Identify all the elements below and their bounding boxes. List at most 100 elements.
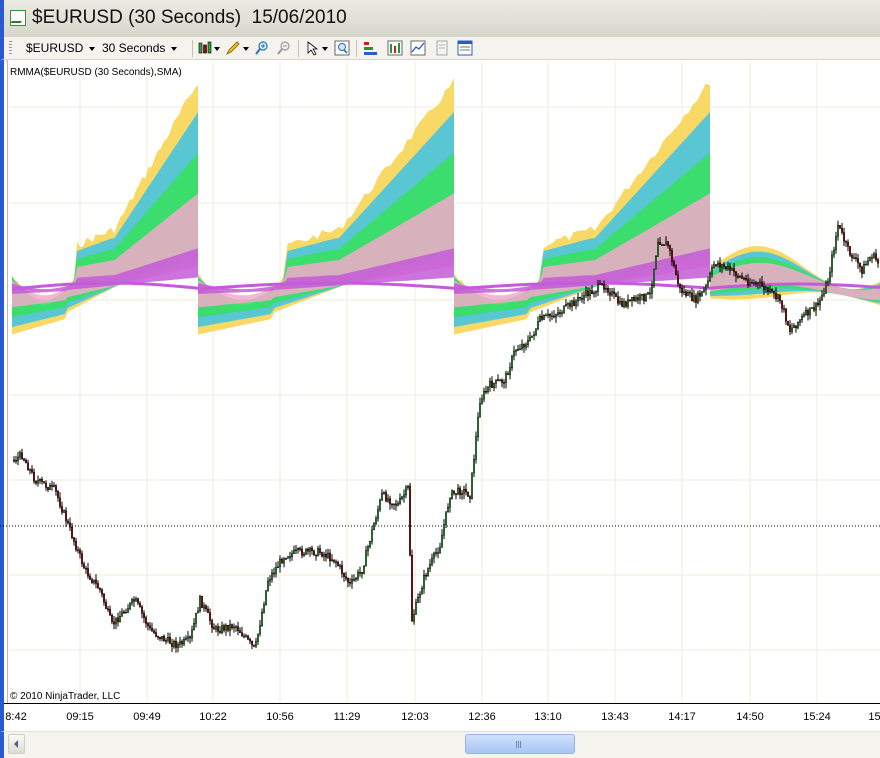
time-tick-label: 12:36 bbox=[468, 711, 496, 723]
price-candle bbox=[248, 639, 251, 642]
price-candle bbox=[541, 316, 544, 320]
price-candle bbox=[453, 490, 456, 494]
price-candle bbox=[315, 554, 318, 557]
price-candle bbox=[423, 575, 426, 589]
price-candle bbox=[491, 380, 494, 388]
price-candle bbox=[671, 250, 674, 262]
price-candle bbox=[809, 307, 812, 316]
time-tick-label: 14:50 bbox=[736, 711, 764, 723]
price-candle bbox=[709, 273, 712, 282]
price-candle bbox=[623, 301, 626, 307]
price-candle bbox=[216, 626, 219, 632]
price-candle bbox=[719, 262, 722, 268]
price-candle bbox=[61, 506, 64, 513]
price-candle bbox=[389, 498, 392, 505]
price-candle bbox=[703, 289, 706, 292]
price-candle bbox=[463, 489, 466, 494]
price-candle bbox=[37, 480, 40, 484]
price-candle bbox=[267, 580, 270, 591]
price-candle bbox=[661, 244, 664, 246]
price-candle bbox=[261, 612, 264, 626]
price-chart-canvas[interactable] bbox=[0, 0, 880, 758]
scroll-left-button[interactable] bbox=[8, 734, 25, 754]
price-candle bbox=[803, 314, 806, 317]
price-candle bbox=[485, 391, 488, 393]
price-candle bbox=[613, 291, 616, 294]
price-candle bbox=[172, 641, 175, 647]
price-candle bbox=[43, 481, 46, 484]
price-candle bbox=[317, 548, 320, 556]
price-candle bbox=[112, 621, 115, 625]
price-candle bbox=[731, 268, 734, 271]
price-candle bbox=[236, 626, 239, 631]
price-candle bbox=[753, 282, 756, 284]
price-candle bbox=[154, 632, 157, 637]
price-candle bbox=[523, 344, 526, 348]
price-candle bbox=[761, 281, 764, 287]
price-candle bbox=[863, 264, 866, 274]
price-candle bbox=[751, 282, 754, 284]
price-candle bbox=[212, 627, 215, 630]
price-candle bbox=[39, 479, 42, 482]
price-candle bbox=[377, 509, 380, 519]
price-candle bbox=[689, 292, 692, 294]
price-candle bbox=[867, 260, 870, 265]
time-tick-label: 15:24 bbox=[803, 711, 831, 723]
price-candle bbox=[569, 303, 572, 307]
horizontal-scrollbar[interactable] bbox=[0, 731, 880, 758]
price-candle bbox=[477, 416, 480, 438]
price-candle bbox=[459, 487, 462, 495]
price-candle bbox=[721, 264, 724, 268]
price-candle bbox=[94, 579, 97, 584]
price-candle bbox=[693, 295, 696, 302]
price-candle bbox=[232, 626, 235, 629]
price-candle bbox=[591, 290, 594, 294]
price-candle bbox=[705, 285, 708, 291]
price-candle bbox=[279, 558, 282, 568]
price-candle bbox=[263, 604, 266, 613]
price-candle bbox=[150, 627, 153, 632]
price-candle bbox=[196, 610, 199, 614]
price-candle bbox=[259, 625, 262, 635]
price-candle bbox=[531, 335, 534, 338]
scroll-thumb[interactable] bbox=[465, 734, 575, 754]
price-candle bbox=[827, 281, 830, 283]
price-candle bbox=[401, 496, 404, 499]
price-candle bbox=[739, 275, 742, 278]
price-candle bbox=[27, 462, 30, 471]
price-candle bbox=[683, 291, 686, 293]
price-candle bbox=[250, 640, 253, 646]
price-candle bbox=[202, 605, 205, 609]
price-candle bbox=[535, 328, 538, 335]
price-candle bbox=[204, 605, 207, 610]
price-candle bbox=[383, 492, 386, 494]
price-candle bbox=[729, 266, 732, 271]
price-candle bbox=[246, 635, 249, 640]
price-candle bbox=[47, 487, 50, 490]
price-candle bbox=[553, 315, 556, 318]
price-candle bbox=[178, 641, 181, 645]
price-candle bbox=[447, 507, 450, 512]
price-candle bbox=[861, 266, 864, 274]
price-candle bbox=[649, 292, 652, 295]
price-candle bbox=[283, 558, 286, 564]
price-candle bbox=[653, 268, 656, 286]
price-candle bbox=[190, 629, 193, 639]
price-candle bbox=[194, 612, 197, 624]
price-candle bbox=[777, 294, 780, 299]
price-candle bbox=[369, 541, 372, 547]
price-candle bbox=[186, 636, 189, 639]
price-candle bbox=[619, 301, 622, 304]
price-candle bbox=[90, 579, 93, 583]
price-candle bbox=[134, 598, 137, 602]
price-candle bbox=[321, 552, 324, 557]
price-candle bbox=[295, 549, 298, 552]
price-candle bbox=[242, 635, 245, 638]
price-candle bbox=[585, 290, 588, 296]
price-candle bbox=[781, 300, 784, 309]
price-candle bbox=[695, 295, 698, 303]
price-candle bbox=[208, 612, 211, 621]
price-candle bbox=[711, 267, 714, 274]
price-candle bbox=[345, 576, 348, 579]
price-candle bbox=[817, 302, 820, 305]
